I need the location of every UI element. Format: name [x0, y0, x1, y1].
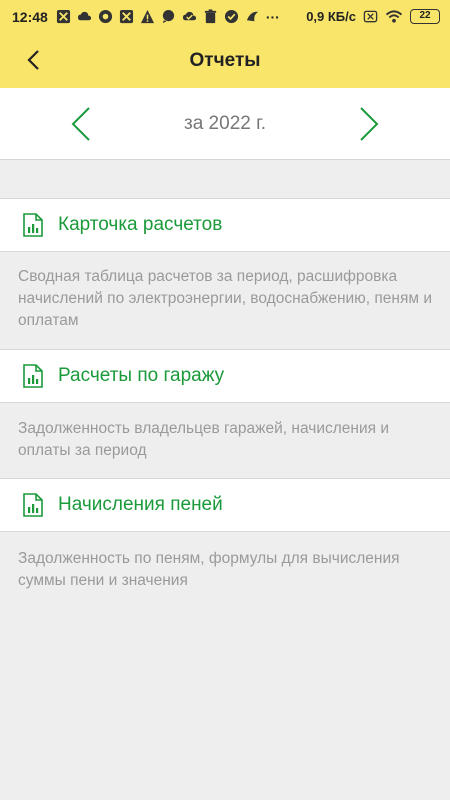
app-notification-icon	[119, 9, 133, 24]
year-label: за 2022 г.	[184, 112, 266, 134]
year-selector: за 2022 г.	[0, 88, 450, 160]
chevron-right-icon	[360, 107, 379, 141]
sim-off-icon	[363, 10, 378, 23]
status-time: 12:48	[12, 8, 48, 25]
app-bar: Отчеты	[0, 33, 450, 88]
wifi-icon	[385, 10, 403, 23]
cloud-done-icon	[182, 11, 196, 21]
status-right: 0,9 КБ/с 22	[306, 9, 440, 24]
report-description: Задолженность владельцев гаражей, начисл…	[18, 420, 389, 459]
notification-icons: ···	[56, 9, 280, 25]
check-circle-icon	[224, 9, 238, 24]
report-item-penalty-charges[interactable]: Начисления пеней	[0, 478, 450, 532]
report-description: Задолженность по пеням, формулы для вычи…	[18, 550, 400, 589]
page-title: Отчеты	[189, 49, 261, 71]
chart-document-icon	[23, 213, 43, 237]
warning-icon	[140, 9, 154, 24]
chart-document-icon	[23, 364, 43, 388]
more-notifications-dots: ···	[265, 8, 280, 25]
next-year-button[interactable]	[350, 105, 388, 143]
report-title: Расчеты по гаражу	[58, 365, 225, 386]
cloud-sync-icon	[77, 11, 91, 21]
trash-icon	[204, 9, 216, 24]
network-speed: 0,9 КБ/с	[306, 9, 356, 24]
swiftkey-icon	[246, 11, 258, 22]
previous-year-button[interactable]	[62, 105, 100, 143]
report-item-garage-settlements[interactable]: Расчеты по гаражу	[0, 349, 450, 403]
report-description: Сводная таблица расчетов за период, расш…	[18, 268, 432, 329]
chevron-left-icon	[27, 50, 39, 70]
report-title: Начисления пеней	[58, 494, 223, 515]
back-button[interactable]	[18, 45, 48, 75]
battery-indicator: 22	[410, 9, 440, 24]
report-item-settlement-card[interactable]: Карточка расчетов	[0, 198, 450, 252]
report-title: Карточка расчетов	[58, 214, 223, 235]
status-bar: 12:48 ··· 0,9 КБ/с 22	[0, 0, 450, 33]
app-notification-icon	[56, 9, 70, 24]
chevron-left-icon	[71, 107, 90, 141]
viber-icon	[98, 9, 112, 24]
chat-icon	[162, 9, 174, 24]
chart-document-icon	[23, 493, 43, 517]
